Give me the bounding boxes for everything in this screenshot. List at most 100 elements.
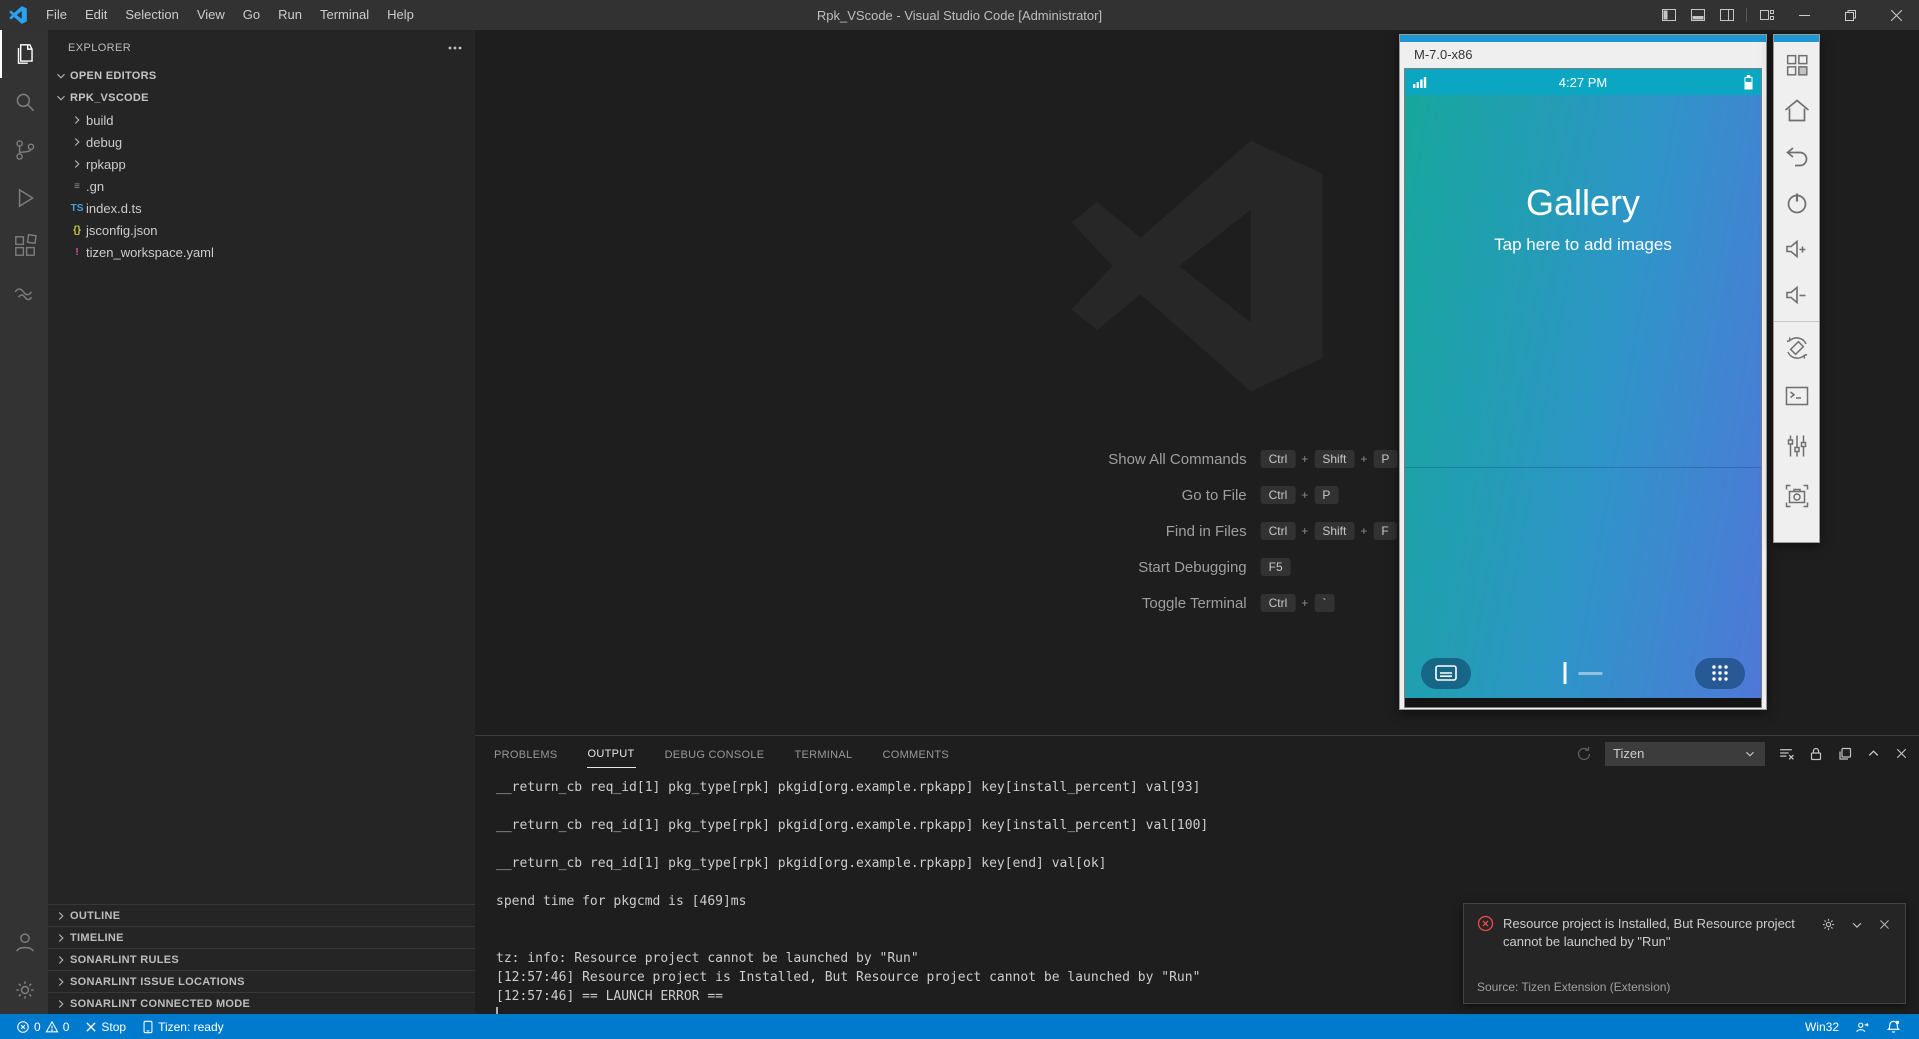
maximize-panel-icon[interactable] — [1866, 746, 1881, 761]
run-debug-view-icon[interactable] — [0, 174, 48, 222]
tab-comments[interactable]: COMMENTS — [881, 740, 950, 768]
account-icon[interactable] — [0, 918, 48, 966]
tab-output[interactable]: OUTPUT — [587, 739, 636, 768]
chevron-right-icon — [52, 931, 70, 945]
notification-chevron-down-icon[interactable] — [1850, 918, 1864, 932]
output-line: __return_cb req_id[1] pkg_type[rpk] pkgi… — [496, 778, 1919, 797]
refresh-output-icon[interactable] — [1576, 746, 1592, 762]
tizen-emulator-window: M-7.0-x86 4:27 PM Gallery Tap here to ad… — [1399, 34, 1767, 710]
emulator-toolbar — [1773, 34, 1820, 543]
tree-item-debug[interactable]: debug — [48, 131, 475, 153]
recent-apps-button[interactable] — [1421, 658, 1471, 689]
emulator-screen[interactable]: 4:27 PM Gallery Tap here to add images — [1404, 68, 1762, 708]
settings-gear-icon[interactable] — [0, 966, 48, 1014]
notifications-bell-icon[interactable] — [1878, 1014, 1909, 1039]
section-outline[interactable]: OUTLINE — [48, 904, 475, 926]
key: Ctrl — [1261, 522, 1296, 540]
clear-output-icon[interactable] — [1778, 745, 1795, 762]
key: Shift — [1314, 522, 1354, 540]
emulator-menu-grid-icon[interactable] — [1783, 42, 1811, 88]
gallery-add-images-hint[interactable]: Tap here to add images — [1405, 235, 1761, 255]
tree-item-tizen-workspace-yaml[interactable]: ! tizen_workspace.yaml — [48, 241, 475, 263]
menu-edit[interactable]: Edit — [76, 0, 116, 30]
toggle-panel-icon[interactable] — [1683, 0, 1712, 30]
chevron-right-icon — [68, 113, 86, 127]
phone-status-bar: 4:27 PM — [1405, 69, 1761, 95]
emulator-volume-down-button[interactable] — [1782, 272, 1812, 318]
tree-item-rpkapp[interactable]: rpkapp — [48, 153, 475, 175]
tab-terminal[interactable]: TERMINAL — [793, 740, 853, 768]
problems-indicator[interactable]: 0 0 — [8, 1014, 77, 1039]
section-sonarlint-issue-locations[interactable]: SONARLINT ISSUE LOCATIONS — [48, 970, 475, 992]
key: Ctrl — [1261, 594, 1296, 612]
emulator-controls-button[interactable] — [1782, 421, 1812, 471]
output-channel-select[interactable]: Tizen — [1605, 742, 1765, 766]
nav-home-indicator[interactable] — [1564, 662, 1567, 684]
notification-settings-gear-icon[interactable] — [1821, 917, 1836, 932]
status-bar: 0 0 Stop Tizen: ready Win32 — [0, 1014, 1919, 1039]
titlebar-separator — [1746, 8, 1747, 22]
menu-file[interactable]: File — [37, 0, 76, 30]
toggle-secondary-sidebar-icon[interactable] — [1712, 0, 1741, 30]
workspace-root[interactable]: RPK_VSCODE — [48, 87, 475, 109]
menu-view[interactable]: View — [188, 0, 234, 30]
apps-grid-button[interactable] — [1695, 658, 1745, 689]
source-control-view-icon[interactable] — [0, 126, 48, 174]
key: F5 — [1261, 558, 1291, 576]
json-file-icon: {} — [68, 225, 86, 236]
search-view-icon[interactable] — [0, 78, 48, 126]
gallery-app-screen[interactable]: Gallery Tap here to add images — [1405, 95, 1761, 698]
stop-button[interactable]: Stop — [77, 1014, 134, 1039]
section-sonarlint-rules[interactable]: SONARLINT RULES — [48, 948, 475, 970]
menu-go[interactable]: Go — [234, 0, 269, 30]
explorer-more-actions-icon[interactable] — [447, 40, 463, 56]
tab-problems[interactable]: PROBLEMS — [493, 740, 559, 768]
sonarlint-view-icon[interactable] — [0, 270, 48, 318]
shortcut-label: Show All Commands — [997, 451, 1247, 468]
emulator-home-button[interactable] — [1782, 88, 1812, 134]
section-sonarlint-connected-mode[interactable]: SONARLINT CONNECTED MODE — [48, 992, 475, 1014]
notification-source: Source: Tizen Extension (Extension) — [1477, 980, 1670, 994]
open-editors-section[interactable]: OPEN EDITORS — [48, 65, 475, 87]
customize-layout-icon[interactable] — [1752, 0, 1781, 30]
menu-terminal[interactable]: Terminal — [311, 0, 378, 30]
emulator-rotate-button[interactable] — [1782, 325, 1812, 371]
key: P — [1314, 486, 1338, 504]
phone-bezel — [1405, 698, 1761, 707]
close-window-button[interactable] — [1873, 0, 1919, 30]
tab-debug-console[interactable]: DEBUG CONSOLE — [664, 740, 766, 768]
emulator-power-button[interactable] — [1782, 180, 1812, 226]
section-timeline[interactable]: TIMELINE — [48, 926, 475, 948]
gn-file-icon: ≡ — [68, 181, 86, 192]
tree-item-gn[interactable]: ≡ .gn — [48, 175, 475, 197]
extensions-view-icon[interactable] — [0, 222, 48, 270]
platform-indicator[interactable]: Win32 — [1797, 1014, 1847, 1039]
emulator-shell-button[interactable] — [1782, 371, 1812, 421]
menu-run[interactable]: Run — [269, 0, 311, 30]
shortcut-label: Find in Files — [997, 523, 1247, 540]
close-panel-icon[interactable] — [1894, 746, 1909, 761]
menu-help[interactable]: Help — [378, 0, 423, 30]
tree-item-jsconfig[interactable]: {} jsconfig.json — [48, 219, 475, 241]
tree-item-index-dts[interactable]: TS index.d.ts — [48, 197, 475, 219]
emulator-volume-up-button[interactable] — [1782, 226, 1812, 272]
chevron-down-icon — [52, 91, 70, 105]
tizen-status[interactable]: Tizen: ready — [134, 1014, 232, 1039]
tree-item-build[interactable]: build — [48, 109, 475, 131]
toggle-sidebar-icon[interactable] — [1654, 0, 1683, 30]
notification-close-icon[interactable] — [1878, 918, 1891, 931]
gallery-app-title: Gallery — [1405, 181, 1761, 225]
menu-selection[interactable]: Selection — [116, 0, 187, 30]
nav-back-indicator[interactable] — [1579, 672, 1603, 675]
emulator-window-title[interactable]: M-7.0-x86 — [1400, 42, 1766, 67]
restore-button[interactable] — [1827, 0, 1873, 30]
lock-output-icon[interactable] — [1808, 746, 1824, 762]
feedback-icon[interactable] — [1847, 1014, 1878, 1039]
chevron-right-icon — [52, 953, 70, 967]
emulator-back-button[interactable] — [1782, 134, 1812, 180]
open-output-in-editor-icon[interactable] — [1837, 746, 1853, 762]
chevron-right-icon — [52, 909, 70, 923]
explorer-view-icon[interactable] — [0, 30, 48, 78]
minimize-button[interactable] — [1781, 0, 1827, 30]
emulator-screenshot-button[interactable] — [1782, 471, 1812, 521]
